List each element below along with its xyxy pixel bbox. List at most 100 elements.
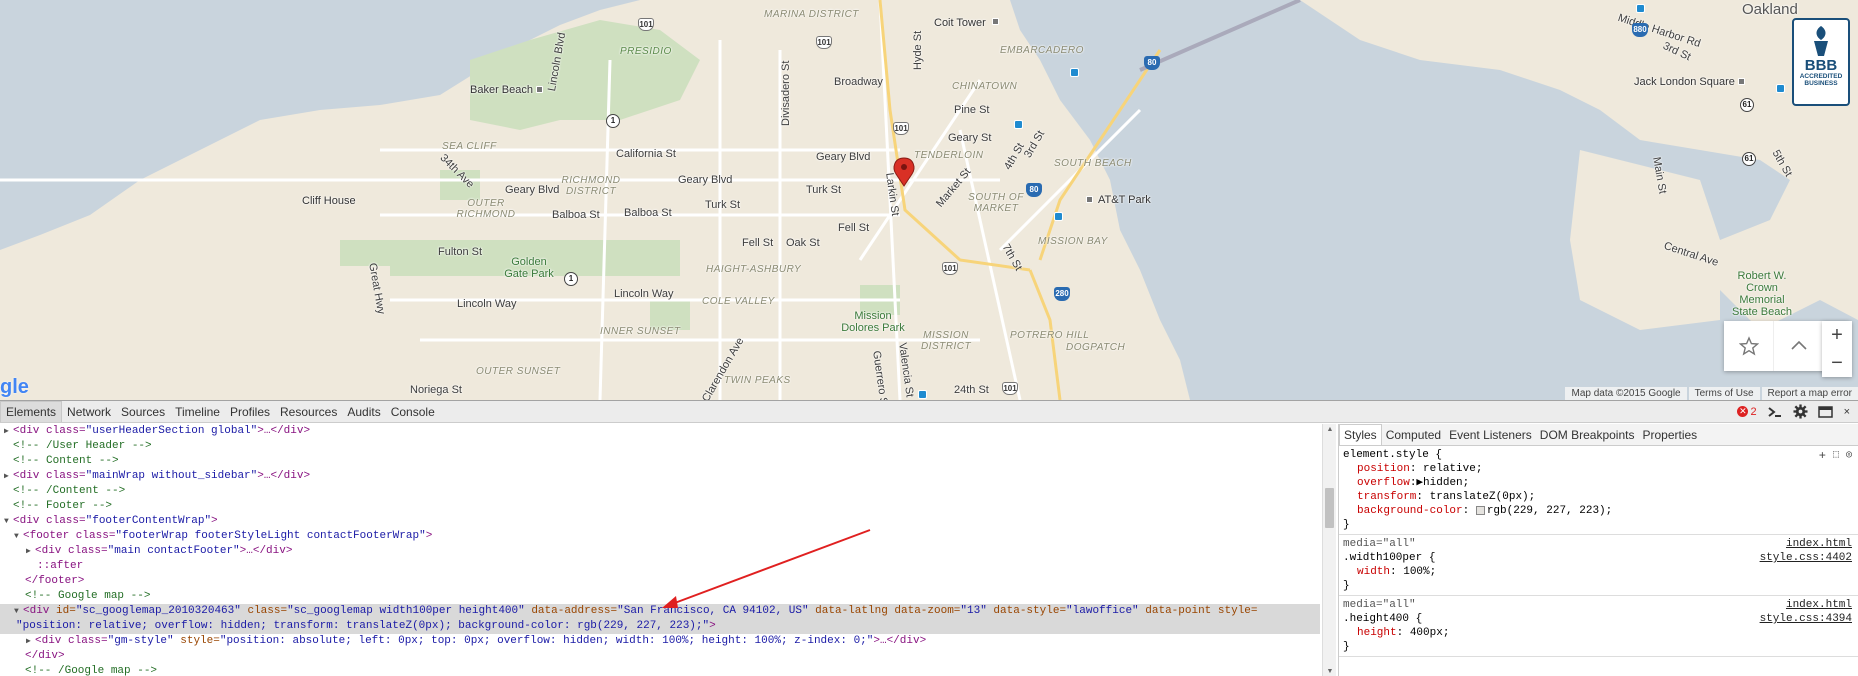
dom-line-selected-cont[interactable]: "position: relative; overflow: hidden; t… xyxy=(0,619,1320,634)
style-prop[interactable]: overflow:▶hidden; xyxy=(1343,476,1854,490)
label-balboa: Balboa St xyxy=(552,209,600,221)
source-link[interactable]: style.css:4402 xyxy=(1760,551,1852,565)
styles-sidebar: Styles Computed Event Listeners DOM Brea… xyxy=(1338,424,1858,676)
tab-audits[interactable]: Audits xyxy=(342,402,385,422)
tab-network[interactable]: Network xyxy=(62,402,116,422)
tab-dom-breakpoints[interactable]: DOM Breakpoints xyxy=(1536,425,1639,445)
rule-close: } xyxy=(1343,641,1350,653)
add-rule-icon[interactable]: + xyxy=(1819,449,1826,463)
elements-dom-tree[interactable]: ▶ <div class="userHeaderSection global">…… xyxy=(0,424,1320,676)
scroll-thumb[interactable] xyxy=(1325,488,1334,528)
dom-line[interactable]: <!-- /User Header --> xyxy=(0,439,1320,454)
tab-styles[interactable]: Styles xyxy=(1339,424,1382,445)
label-mission-district: MISSION DISTRICT xyxy=(920,330,972,352)
label-hyde: Hyde St xyxy=(912,30,924,70)
label-geary-blvd-3: Geary Blvd xyxy=(505,184,560,196)
label-turk-2: Turk St xyxy=(705,199,741,211)
element-style-rule[interactable]: + ⬚ ◎ element.style { position: relative… xyxy=(1339,446,1858,535)
label-24th: 24th St xyxy=(954,384,989,396)
toggle-state-icon[interactable]: ⬚ xyxy=(1833,449,1839,463)
media-query: media="all" xyxy=(1343,538,1416,550)
bbb-torch-icon xyxy=(1814,26,1828,56)
google-map[interactable]: Oakland Coit Tower MARINA DISTRICT PRESI… xyxy=(0,0,1858,400)
style-prop[interactable]: height: 400px; xyxy=(1343,626,1854,640)
rule-toolbar: + ⬚ ◎ xyxy=(1819,449,1852,463)
dom-line[interactable]: ▶ <div class="gm-style" style="position: … xyxy=(0,634,1320,649)
rule-close: } xyxy=(1343,519,1350,531)
devtools-tab-bar: Elements Network Sources Timeline Profil… xyxy=(0,401,1858,423)
error-counter[interactable]: ✕ 2 xyxy=(1737,405,1757,418)
label-outer-richmond: OUTER RICHMOND xyxy=(456,198,516,220)
tab-elements[interactable]: Elements xyxy=(0,401,63,422)
transit-icon-6 xyxy=(918,390,927,399)
dock-side-icon[interactable] xyxy=(1817,405,1834,419)
source-link[interactable]: index.html xyxy=(1786,537,1852,551)
style-prop[interactable]: width: 100%; xyxy=(1343,565,1854,579)
report-map-error-link[interactable]: Report a map error xyxy=(1761,387,1858,400)
label-fulton: Fulton St xyxy=(438,246,483,258)
label-dogpatch: DOGPATCH xyxy=(1066,342,1126,353)
label-lincoln-way-2: Lincoln Way xyxy=(457,298,517,310)
error-count: 2 xyxy=(1750,405,1757,418)
tab-resources[interactable]: Resources xyxy=(275,402,342,422)
label-chinatown: CHINATOWN xyxy=(952,81,1018,92)
chevron-up-icon xyxy=(1790,340,1807,350)
color-format-icon[interactable]: ◎ xyxy=(1846,449,1852,463)
label-tenderloin: TENDERLOIN xyxy=(914,150,984,161)
dom-line[interactable]: </div> xyxy=(0,649,1320,664)
devtools-toolbar-right: ✕ 2 × xyxy=(1737,404,1858,419)
tab-profiles[interactable]: Profiles xyxy=(225,402,275,422)
devtools-panel: Elements Network Sources Timeline Profil… xyxy=(0,400,1858,676)
transit-icon xyxy=(1070,68,1079,77)
styles-tab-bar: Styles Computed Event Listeners DOM Brea… xyxy=(1339,424,1858,446)
console-drawer-icon[interactable] xyxy=(1767,405,1783,419)
star-button[interactable] xyxy=(1724,321,1774,371)
dom-line[interactable]: <!-- Footer --> xyxy=(0,499,1320,514)
label-pine: Pine St xyxy=(954,104,990,116)
label-outer-sunset: OUTER SUNSET xyxy=(476,366,561,377)
dom-line[interactable]: ▶ <div class="userHeaderSection global">…… xyxy=(0,424,1320,439)
scroll-down-icon[interactable]: ▼ xyxy=(1325,668,1335,675)
tab-computed[interactable]: Computed xyxy=(1382,425,1445,445)
zoom-out-button[interactable]: − xyxy=(1822,349,1852,377)
label-balboa-2: Balboa St xyxy=(624,207,672,219)
transit-icon-2 xyxy=(1014,120,1023,129)
height400-rule[interactable]: media="all" index.html .height400 {style.… xyxy=(1339,596,1858,657)
tab-timeline[interactable]: Timeline xyxy=(170,402,225,422)
annotation-arrow xyxy=(662,529,871,608)
bbb-badge[interactable]: BBB ACCREDITED BUSINESS xyxy=(1792,18,1850,106)
zoom-in-button[interactable]: + xyxy=(1822,321,1852,349)
collapse-button[interactable] xyxy=(1774,321,1824,371)
tab-event-listeners[interactable]: Event Listeners xyxy=(1445,425,1536,445)
route61-shield: 61 xyxy=(1740,98,1754,112)
dom-line[interactable]: <!-- /Content --> xyxy=(0,484,1320,499)
source-link[interactable]: index.html xyxy=(1786,598,1852,612)
terms-of-use-link[interactable]: Terms of Use xyxy=(1688,387,1760,400)
tab-properties[interactable]: Properties xyxy=(1638,425,1701,445)
style-prop[interactable]: transform: translateZ(0px); xyxy=(1343,490,1854,504)
transit-icon-5 xyxy=(1636,4,1645,13)
width100per-rule[interactable]: media="all" index.html .width100per {styl… xyxy=(1339,535,1858,596)
google-logo[interactable]: gle xyxy=(0,376,29,399)
scroll-up-icon[interactable]: ▲ xyxy=(1325,426,1335,433)
elements-scrollbar[interactable]: ▲ ▼ xyxy=(1322,424,1336,676)
dom-line[interactable]: <!-- Content --> xyxy=(0,454,1320,469)
map-attribution: Map data ©2015 Google Terms of Use Repor… xyxy=(1563,387,1858,400)
label-lincoln-way: Lincoln Way xyxy=(614,288,674,300)
error-icon: ✕ xyxy=(1737,406,1749,417)
color-swatch[interactable] xyxy=(1475,505,1485,515)
bbb-logo-text: BBB xyxy=(1804,57,1838,74)
style-prop[interactable]: position: relative; xyxy=(1343,462,1854,476)
close-devtools-icon[interactable]: × xyxy=(1844,406,1850,418)
tab-console[interactable]: Console xyxy=(386,402,440,422)
source-link[interactable]: style.css:4394 xyxy=(1760,612,1852,626)
label-haight: HAIGHT-ASHBURY xyxy=(706,264,802,275)
style-prop[interactable]: background-color: rgb(229, 227, 223); xyxy=(1343,504,1854,518)
us101-shield: 101 xyxy=(638,18,654,31)
label-fell-2: Fell St xyxy=(742,237,774,249)
dom-line[interactable]: <!-- /Google map --> xyxy=(0,664,1320,676)
dom-line[interactable]: ▶ <div class="mainWrap without_sidebar">…… xyxy=(0,469,1320,484)
tab-sources[interactable]: Sources xyxy=(116,402,170,422)
i280-shield: 280 xyxy=(1054,287,1070,301)
settings-gear-icon[interactable] xyxy=(1793,404,1808,419)
